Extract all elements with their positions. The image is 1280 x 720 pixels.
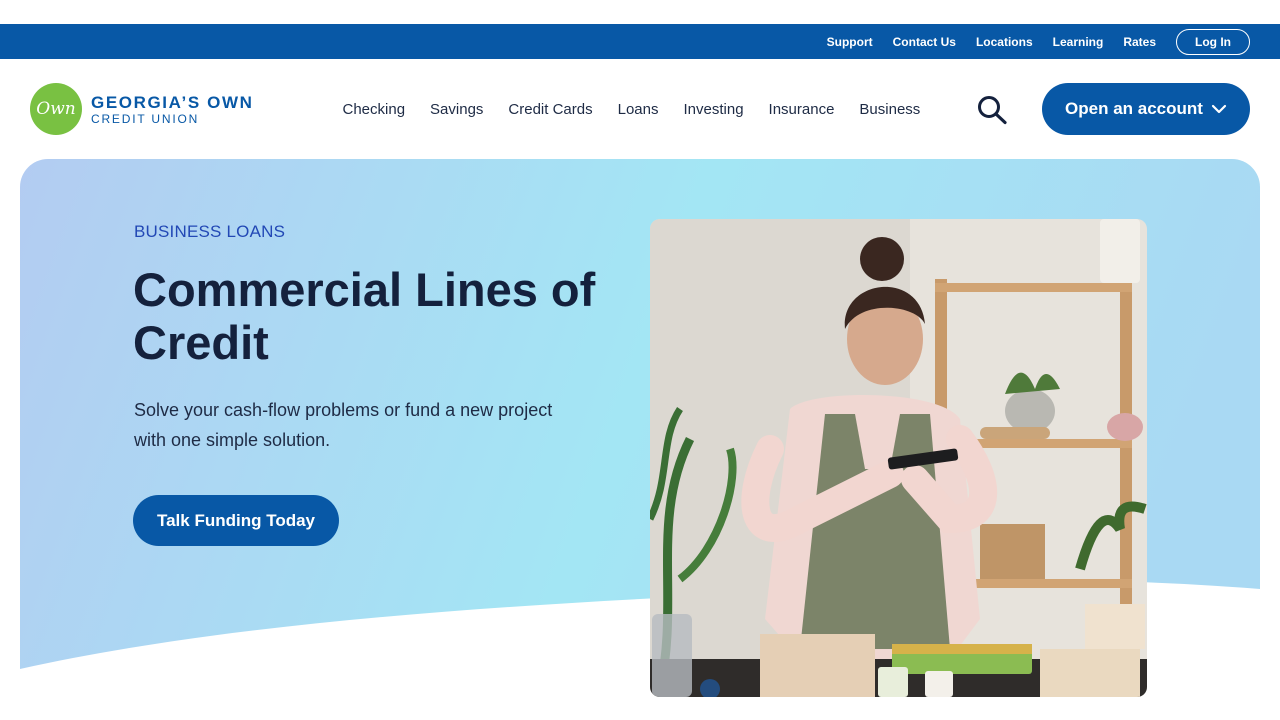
- nav-item-investing[interactable]: Investing: [684, 101, 744, 118]
- logo-wordmark: GEORGIA’S OWN CREDIT UNION: [91, 93, 253, 126]
- site-logo[interactable]: Own GEORGIA’S OWN CREDIT UNION: [30, 83, 253, 135]
- nav-item-loans[interactable]: Loans: [618, 101, 659, 118]
- hero-section: BUSINESS LOANS Commercial Lines of Credi…: [20, 159, 1260, 720]
- nav-item-savings[interactable]: Savings: [430, 101, 483, 118]
- utility-link-rates[interactable]: Rates: [1123, 35, 1156, 49]
- hero-eyebrow: BUSINESS LOANS: [134, 222, 286, 241]
- utility-link-contact-us[interactable]: Contact Us: [893, 35, 956, 49]
- nav-item-business[interactable]: Business: [859, 101, 920, 118]
- utility-links: Support Contact Us Locations Learning Ra…: [807, 24, 1250, 59]
- hero-subtitle: Solve your cash-flow problems or fund a …: [134, 400, 553, 450]
- utility-bar: Support Contact Us Locations Learning Ra…: [0, 24, 1280, 59]
- chevron-down-icon: [1211, 101, 1227, 117]
- logo-mark: Own: [30, 83, 82, 135]
- utility-link-locations[interactable]: Locations: [976, 35, 1033, 49]
- nav-item-checking[interactable]: Checking: [343, 101, 406, 118]
- logo-line-2: CREDIT UNION: [91, 111, 200, 126]
- logo-line-1: GEORGIA’S OWN: [91, 92, 254, 112]
- main-nav: Checking Savings Credit Cards Loans Inve…: [330, 59, 933, 159]
- login-button[interactable]: Log In: [1176, 28, 1250, 55]
- nav-item-credit-cards[interactable]: Credit Cards: [508, 101, 592, 118]
- main-header: Own GEORGIA’S OWN CREDIT UNION Checking …: [0, 59, 1280, 159]
- hero-photo: [650, 219, 1147, 697]
- open-account-label: Open an account: [1065, 99, 1203, 118]
- talk-funding-button[interactable]: Talk Funding Today: [133, 495, 339, 546]
- utility-link-support[interactable]: Support: [827, 35, 873, 49]
- nav-item-insurance[interactable]: Insurance: [769, 101, 835, 118]
- search-icon[interactable]: [976, 95, 1008, 125]
- utility-link-learning[interactable]: Learning: [1053, 35, 1104, 49]
- hero-title: Commercial Lines of Credit: [133, 263, 596, 369]
- open-account-button[interactable]: Open an account: [1042, 83, 1250, 135]
